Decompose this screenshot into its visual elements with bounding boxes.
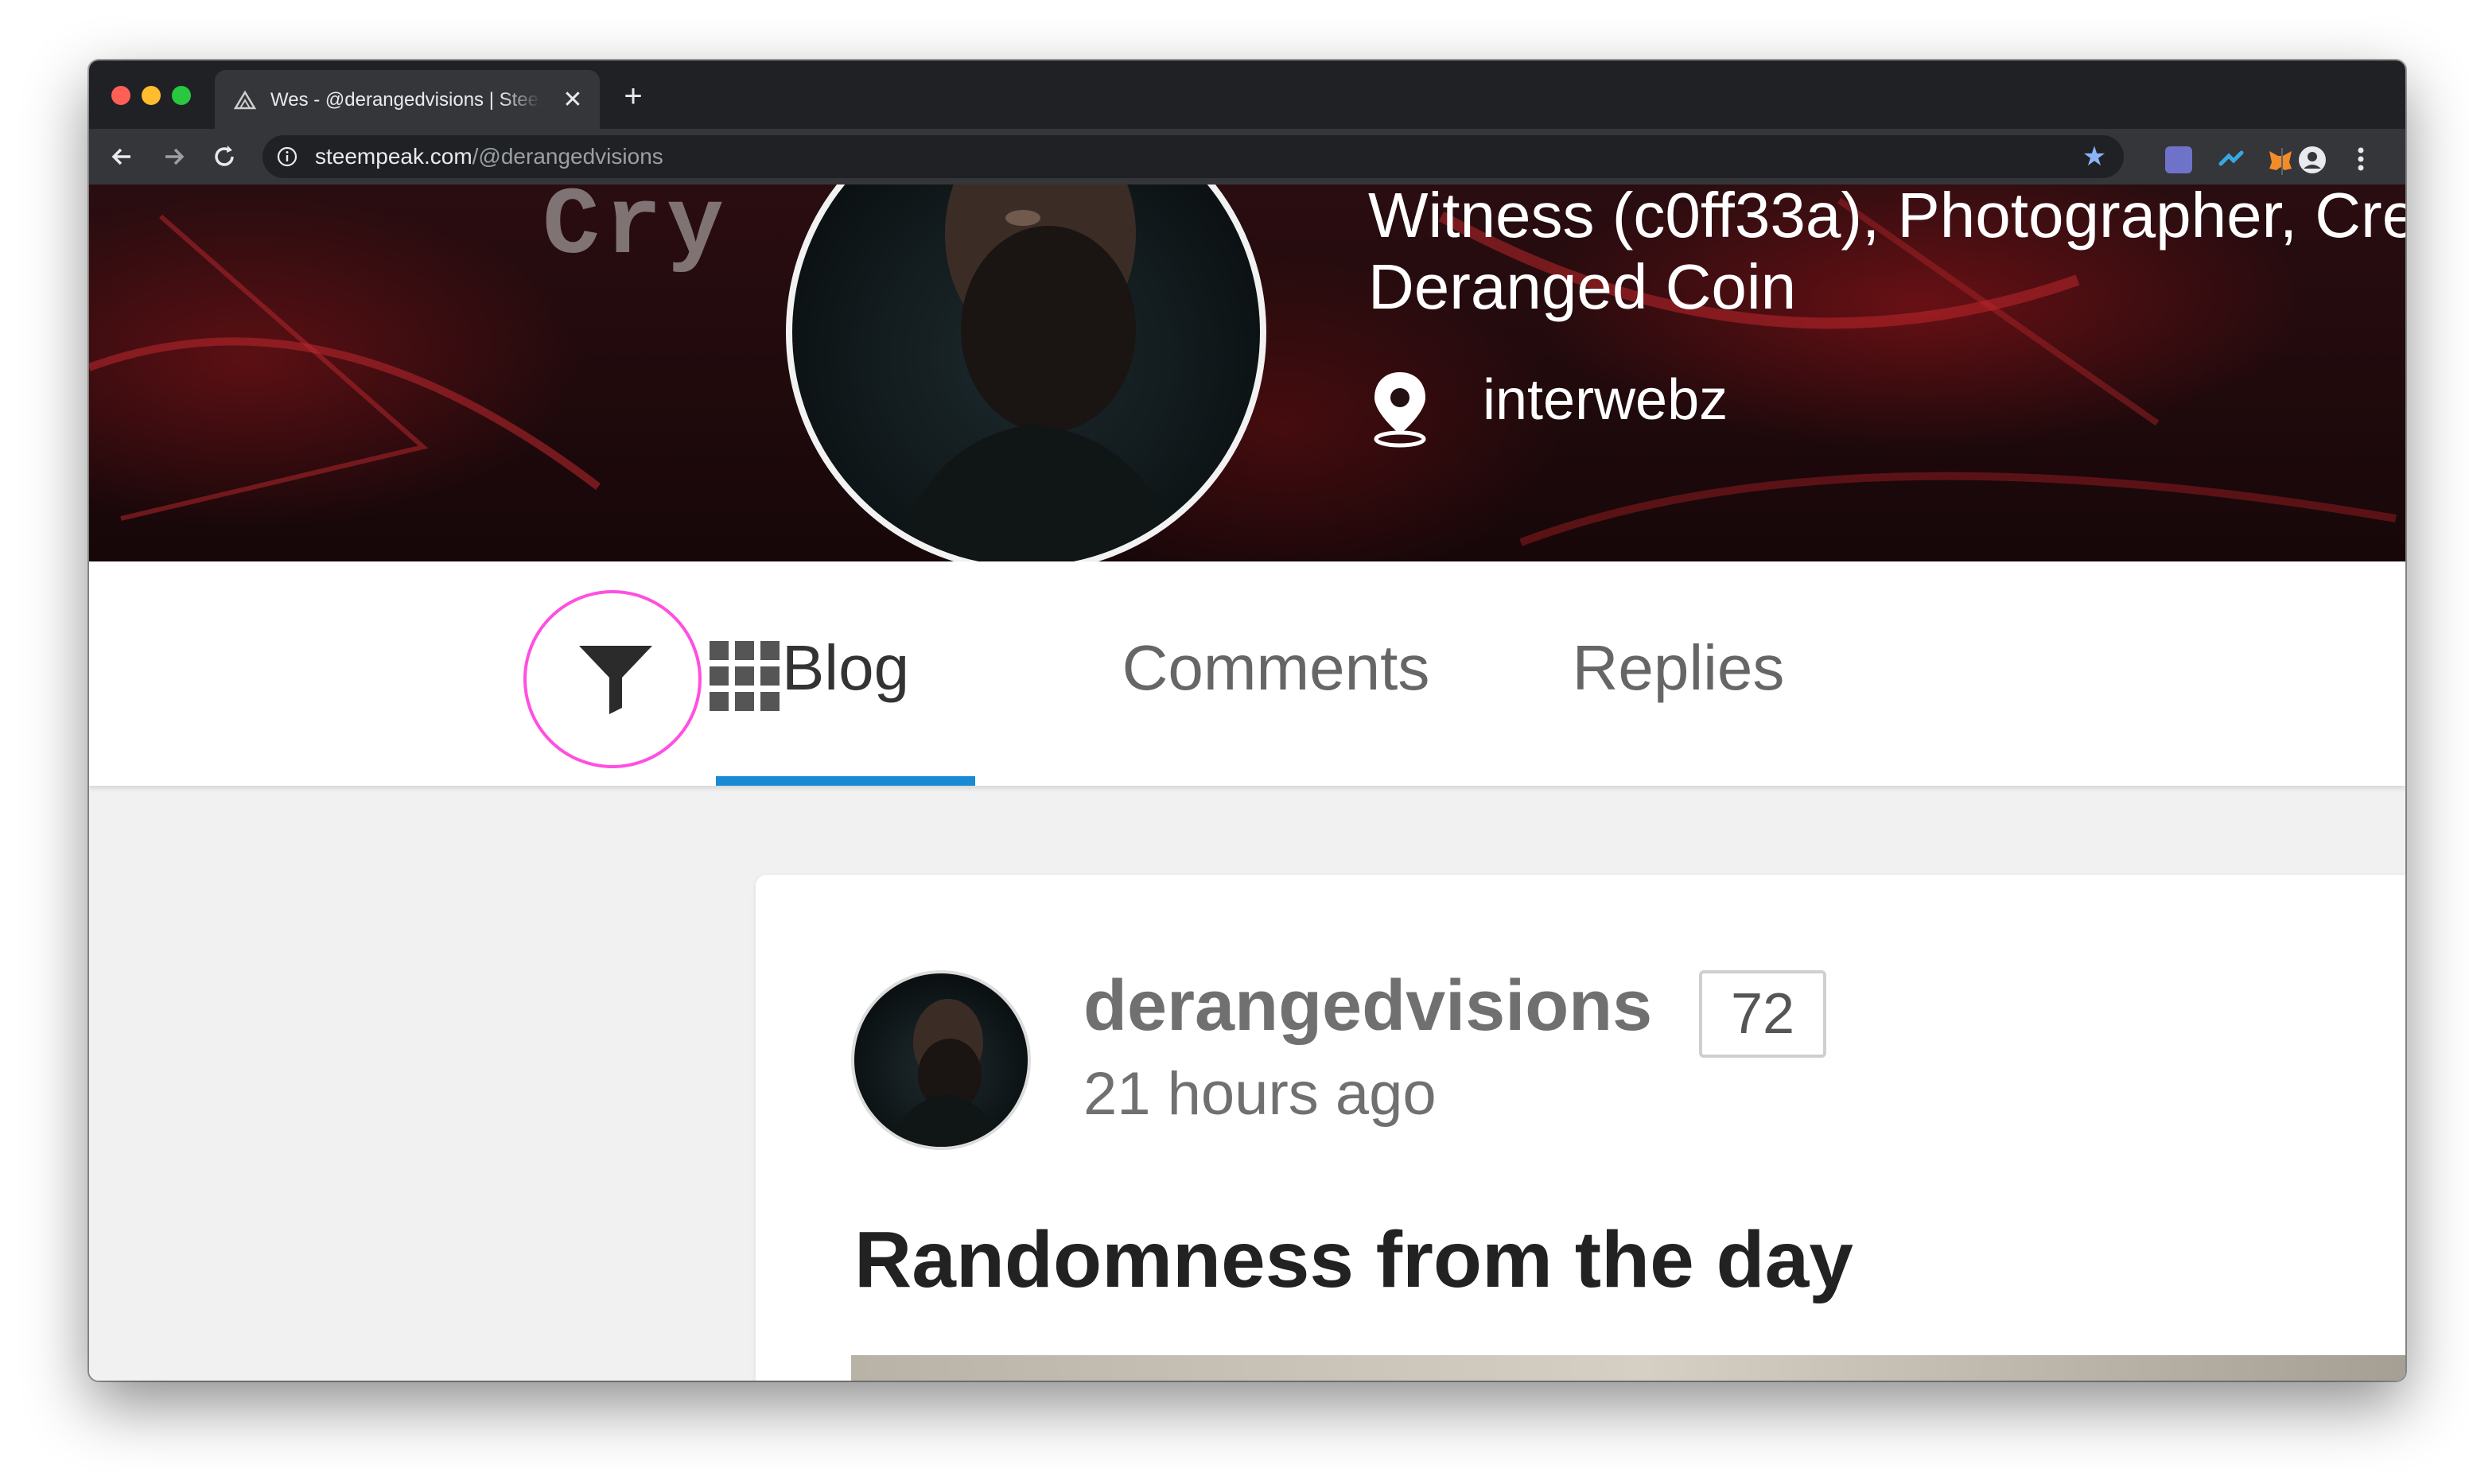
maximize-window-button[interactable] (172, 86, 191, 105)
tab-close-icon[interactable]: ✕ (560, 87, 585, 113)
reputation-badge: 72 (1699, 970, 1826, 1058)
bio-line-1: Witness (c0ff33a), Photographer, Crea (1368, 185, 2405, 251)
reload-icon[interactable] (208, 141, 240, 173)
profile-tabs-bar: Blog Comments Replies (89, 561, 2405, 786)
minimize-window-button[interactable] (142, 86, 161, 105)
browser-window: Wes - @derangedvisions | Steem ✕ + steem… (89, 60, 2405, 1381)
banner-text: Cry (542, 185, 729, 282)
tab-blog[interactable]: Blog (716, 628, 975, 708)
post-title[interactable]: Randomness from the day (854, 1212, 1853, 1307)
author-avatar-photo (888, 999, 1004, 1147)
profile-location: interwebz (1483, 368, 1728, 432)
browser-toolbar: steempeak.com/@derangedvisions ★ (89, 129, 2405, 185)
author-avatar[interactable] (851, 970, 1031, 1150)
new-tab-button[interactable]: + (617, 80, 649, 113)
active-tab-indicator (716, 776, 975, 786)
filter-funnel-icon (579, 646, 652, 714)
filter-button[interactable] (523, 590, 702, 768)
profile-banner: Cry Witness (c0ff33a), Photographer, Cre… (89, 185, 2405, 561)
post-card[interactable]: derangedvisions 72 21 hours ago Randomne… (756, 875, 2405, 1381)
metamask-icon[interactable] (2267, 146, 2294, 173)
ext-blue-icon[interactable] (2218, 146, 2245, 173)
back-arrow-icon[interactable] (107, 141, 138, 173)
bookmark-star-icon[interactable]: ★ (2081, 143, 2108, 170)
close-window-button[interactable] (111, 86, 130, 105)
bio-line-2: Deranged Coin (1368, 251, 1797, 322)
account-icon[interactable] (2297, 145, 2327, 175)
title-bar: Wes - @derangedvisions | Steem ✕ + (89, 60, 2405, 129)
url-path: /@derangedvisions (472, 144, 663, 169)
post-timestamp[interactable]: 21 hours ago (1083, 1055, 1437, 1134)
toolbar-divider (2281, 148, 2283, 175)
tab-comments[interactable]: Comments (1083, 628, 1468, 708)
more-vert-icon[interactable] (2353, 143, 2369, 175)
post-cover-image[interactable] (851, 1355, 2405, 1381)
browser-tab[interactable]: Wes - @derangedvisions | Steem ✕ (215, 70, 600, 129)
forward-arrow-icon[interactable] (157, 141, 189, 173)
steempeak-favicon-icon (234, 90, 256, 110)
tab-title: Wes - @derangedvisions | Steem (270, 89, 541, 111)
address-bar[interactable]: steempeak.com/@derangedvisions ★ (262, 135, 2124, 178)
tab-replies[interactable]: Replies (1511, 628, 1845, 708)
url-text[interactable]: steempeak.com/@derangedvisions (315, 144, 663, 169)
post-author[interactable]: derangedvisions (1083, 962, 1652, 1050)
page-content: Cry Witness (c0ff33a), Photographer, Cre… (89, 185, 2405, 1381)
profile-bio: Witness (c0ff33a), Photographer, Crea De… (1368, 185, 2405, 323)
url-domain: steempeak.com (315, 144, 472, 169)
location-pin-icon (1374, 372, 1426, 448)
info-icon[interactable] (277, 146, 297, 167)
ext-purple-icon[interactable] (2165, 146, 2192, 173)
